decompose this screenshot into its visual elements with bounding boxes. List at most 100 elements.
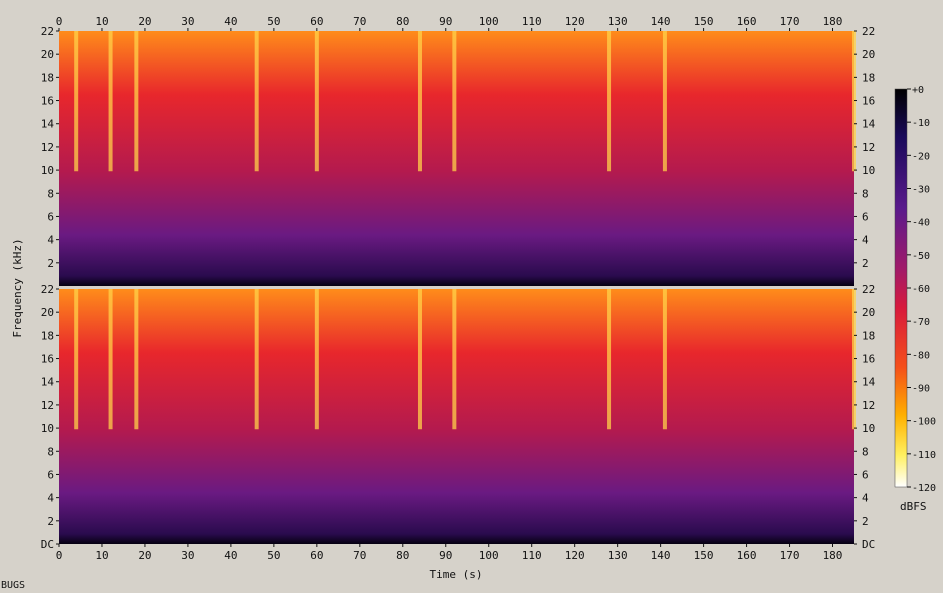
- x-tick-label-bottom: 30: [181, 549, 194, 562]
- colorbar: [894, 88, 908, 488]
- y-tick-label-left: 6: [47, 210, 54, 223]
- y-tick-label-right: 2: [862, 515, 869, 528]
- bright-band: [852, 289, 856, 430]
- bright-band: [74, 31, 79, 172]
- x-tick-label-bottom: 180: [823, 549, 843, 562]
- y-tick-label-left: 14: [41, 118, 55, 131]
- x-tick-label-top: 110: [522, 15, 542, 28]
- y-tick-label-right: DC: [862, 538, 875, 551]
- x-tick-label-bottom: 60: [310, 549, 323, 562]
- spectrogram-chart: 0 10 20 30 40 50 60 70 80 90 100 110 120 130 140 150 160…: [1, 15, 936, 591]
- bright-band: [452, 289, 457, 430]
- x-tick-label-top: 20: [138, 15, 151, 28]
- y-tick-label-right: 4: [862, 492, 869, 505]
- y-tick-label-left: 22: [41, 283, 54, 296]
- y-tick-label-right: 8: [862, 187, 869, 200]
- x-tick-label-bottom: 150: [694, 549, 714, 562]
- x-tick-label-top: 10: [95, 15, 108, 28]
- y-tick-label-left: 14: [41, 376, 55, 389]
- x-tick-label-bottom: 10: [95, 549, 108, 562]
- x-tick-label-bottom: 20: [138, 549, 151, 562]
- y-tick-label-left: 12: [41, 141, 54, 154]
- y-tick-label-left: 10: [41, 164, 54, 177]
- y-tick-label-left: 16: [41, 353, 54, 366]
- colorbar-tick-label: -80: [912, 350, 930, 361]
- y-axis-right: 2 4 6 8 10 12 14 16 18 20 22 DC 2 4 6 8 10 12 14 16 18 20 22: [854, 25, 876, 551]
- colorbar-tick-label: +0: [912, 85, 924, 96]
- x-tick-label-bottom: 160: [737, 549, 757, 562]
- x-tick-label-top: 30: [181, 15, 194, 28]
- y-tick-label-right: 14: [862, 118, 876, 131]
- bright-band: [662, 289, 667, 430]
- y-tick-label-left: 8: [47, 445, 54, 458]
- y-tick-label-right: 18: [862, 329, 875, 342]
- y-axis-left: 2 4 6 8 10 12 14 16 18 20 22 DC 2 4 6 8 10 12 14 16 18 20 22: [41, 25, 59, 551]
- y-tick-label-left: 18: [41, 71, 54, 84]
- x-tick-label-top: 160: [737, 15, 757, 28]
- x-tick-label-top: 80: [396, 15, 409, 28]
- y-tick-label-left: 20: [41, 306, 54, 319]
- x-tick-label-bottom: 100: [479, 549, 499, 562]
- colorbar-ticks: +0 -10 -20 -30 -40 -50 -60 -70 -80 -90 -100 -110 -12…: [907, 85, 936, 494]
- y-tick-label-left: 6: [47, 468, 54, 481]
- y-tick-label-right: 14: [862, 376, 876, 389]
- x-tick-label-bottom: 140: [651, 549, 671, 562]
- bright-band: [452, 31, 457, 172]
- x-tick-label-top: 50: [267, 15, 280, 28]
- x-tick-label-bottom: 130: [608, 549, 628, 562]
- y-tick-label-left: 2: [47, 515, 54, 528]
- x-tick-label-bottom: 120: [565, 549, 585, 562]
- y-tick-label-left: 12: [41, 399, 54, 412]
- colorbar-tick-label: -50: [912, 251, 930, 262]
- x-tick-label-bottom: 50: [267, 549, 280, 562]
- bright-band: [134, 289, 139, 430]
- y-tick-label-right: 16: [862, 95, 875, 108]
- y-tick-label-right: 22: [862, 25, 875, 38]
- bright-band: [74, 289, 79, 430]
- colorbar-tick-label: -40: [912, 218, 930, 229]
- bright-band: [134, 31, 139, 172]
- spectrogram-upper: [59, 31, 854, 286]
- bright-band: [254, 289, 259, 430]
- x-tick-label-top: 150: [694, 15, 714, 28]
- colorbar-tick-label: -60: [912, 284, 930, 295]
- y-tick-label-left: 4: [47, 234, 54, 247]
- x-tick-label-bottom: 40: [224, 549, 237, 562]
- y-tick-label-left: 2: [47, 257, 54, 270]
- x-tick-label-bottom: 110: [522, 549, 542, 562]
- footer-label: BUGS: [1, 580, 25, 591]
- bright-band: [852, 31, 856, 172]
- y-tick-label-left: 20: [41, 48, 54, 61]
- x-tick-label-top: 120: [565, 15, 585, 28]
- spectrogram-lower: [59, 289, 854, 544]
- x-tick-label-top: 70: [353, 15, 366, 28]
- x-tick-label-top: 40: [224, 15, 237, 28]
- x-tick-label-bottom: 90: [439, 549, 452, 562]
- y-tick-label-right: 6: [862, 468, 869, 481]
- y-tick-label-right: 12: [862, 399, 875, 412]
- x-tick-label-top: 100: [479, 15, 499, 28]
- bright-band: [417, 289, 422, 430]
- y-tick-label-right: 16: [862, 353, 875, 366]
- x-tick-label-top: 130: [608, 15, 628, 28]
- bright-band: [607, 289, 612, 430]
- x-tick-label-top: 60: [310, 15, 323, 28]
- bright-band: [314, 289, 319, 430]
- y-tick-label-right: 2: [862, 257, 869, 270]
- y-tick-label-right: 20: [862, 48, 875, 61]
- colorbar-tick-label: -10: [912, 118, 930, 129]
- y-tick-label-right: 10: [862, 422, 875, 435]
- y-tick-label-left: 16: [41, 95, 54, 108]
- y-tick-label-right: 20: [862, 306, 875, 319]
- x-tick-label-top: 180: [823, 15, 843, 28]
- colorbar-tick-label: -100: [912, 417, 936, 428]
- y-tick-label-right: 8: [862, 445, 869, 458]
- x-tick-label-bottom: 170: [780, 549, 800, 562]
- y-tick-label-right: 4: [862, 234, 869, 247]
- y-tick-label-left: 22: [41, 25, 54, 38]
- y-axis-label: Frequency (kHz): [11, 238, 24, 337]
- y-tick-label-left: 4: [47, 492, 54, 505]
- y-tick-label-left: 8: [47, 187, 54, 200]
- y-tick-label-right: 18: [862, 71, 875, 84]
- x-tick-label-top: 90: [439, 15, 452, 28]
